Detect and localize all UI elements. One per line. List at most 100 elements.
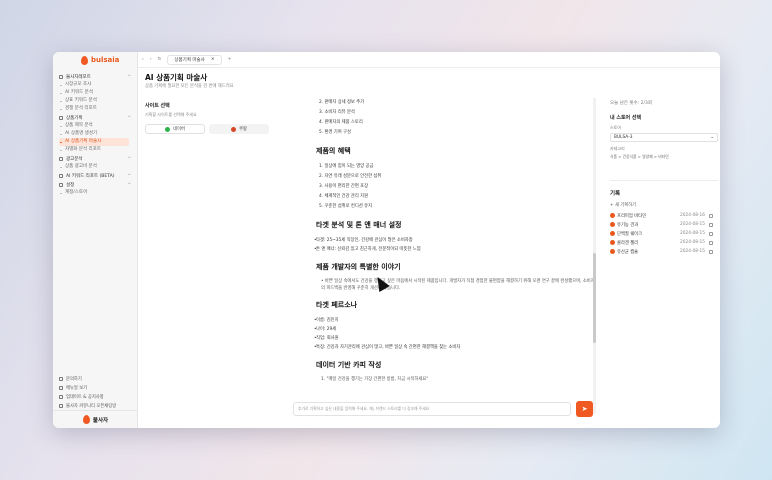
- trash-icon[interactable]: [709, 222, 713, 227]
- list-item: 5. 환경 기여 구성: [319, 130, 351, 135]
- history-date: 2024-08-15: [680, 222, 705, 227]
- sidebar-item[interactable]: 시장규모 조사: [59, 81, 137, 89]
- bullet-text: 톤 앤 매너: 신뢰감 있고 친근하게, 전문적이되 따뜻한 느낌: [316, 247, 421, 252]
- trash-icon[interactable]: [709, 249, 713, 254]
- footer-icon: [59, 385, 63, 390]
- footer-icon: [59, 403, 63, 408]
- history-item[interactable]: 콜라겐 젤리 2024-08-15: [610, 238, 718, 247]
- site-select-panel: 사이트 선택 기획할 사이트를 선택해 주세요 네이버 쿠팡: [145, 102, 275, 134]
- history-date: 2024-08-15: [680, 231, 705, 236]
- store-label: 스토어: [610, 125, 622, 130]
- history-item[interactable]: 유기농 견과 2024-08-15: [610, 220, 718, 229]
- benefit-item: 4. 체계적인 건강 관리 지원: [319, 194, 369, 199]
- sidebar-item[interactable]: AI 키워드 분석: [59, 89, 137, 97]
- add-tab-icon[interactable]: +: [228, 57, 232, 62]
- bullet-icon: •: [314, 327, 317, 332]
- history-item[interactable]: 프리미엄 비타민 2024-08-16: [610, 211, 718, 220]
- sidebar-footer-item[interactable]: 문의하기: [59, 374, 138, 383]
- history-name: 유산균 캡슐: [617, 249, 639, 255]
- bullet-icon: •: [314, 345, 317, 350]
- sidebar-item[interactable]: 상표 키워드 분석: [59, 97, 137, 105]
- new-plan-button[interactable]: + 새 기획하기: [610, 202, 718, 208]
- persona-text: 직업: 회사원: [316, 336, 339, 341]
- history-dot-icon: [610, 213, 615, 218]
- section-heading: 데이터 기반 카피 작성: [316, 361, 382, 369]
- section-heading: 타겟 페르소나: [316, 301, 358, 309]
- trash-icon[interactable]: [709, 231, 713, 236]
- page-subtitle: 상품 기획에 필요한 모든 분석을 한 번에 해드려요: [145, 84, 234, 89]
- chevron-icon: ^: [127, 156, 131, 161]
- history-item[interactable]: 단백질 쉐이크 2024-08-15: [610, 229, 718, 238]
- back-icon[interactable]: ‹: [142, 57, 144, 62]
- sidebar-group[interactable]: 광고분석 ^: [59, 154, 137, 163]
- sidebar-group[interactable]: AI 키워드 리포트 (BETA) ^: [59, 171, 137, 180]
- coupang-icon: [231, 126, 237, 132]
- footer-label: 업데이트 & 공지사항: [66, 394, 104, 400]
- category-label: 카테고리: [610, 146, 625, 151]
- history-name: 프리미엄 비타민: [617, 213, 647, 219]
- sidebar-group[interactable]: 상품기획 ^: [59, 113, 137, 122]
- sidebar-item[interactable]: 계정/스토어: [59, 189, 137, 197]
- list-item: 2. 판매자 상세 정보 추가: [319, 100, 365, 105]
- prompt-input[interactable]: 추가로 기획하고 싶은 내용을 입력해 주세요. 예) 브랜드 스토리를 더 강…: [293, 402, 571, 416]
- sidebar-item[interactable]: 상품 제목 분석: [59, 122, 137, 130]
- bullet-item: • 톤 앤 매너: 신뢰감 있고 친근하게, 전문적이되 따뜻한 느낌: [289, 245, 596, 254]
- history-name: 유기농 견과: [617, 222, 639, 228]
- sidebar: bulsaia 불사자레포트 ^ 시장규모 조사 AI 키워드 분석 상표 키워드 분석…: [53, 52, 138, 428]
- sidebar-item[interactable]: AI 상품명 생성기: [59, 130, 137, 138]
- history-item[interactable]: 유산균 캡슐 2024-08-15: [610, 247, 718, 256]
- persona-item: • 특징: 건강과 자기관리에 관심이 많고, 바쁜 일상 속 간편한 해결책을 …: [289, 343, 596, 352]
- trash-icon[interactable]: [709, 213, 713, 218]
- footer-icon: [59, 394, 63, 399]
- site-option-coupang[interactable]: 쿠팡: [209, 124, 269, 134]
- result-content: 2. 판매자 상세 정보 추가 3. 소비자 리뷰 분석 4. 판매자의 제품 스토…: [289, 98, 596, 414]
- reload-icon[interactable]: ↻: [158, 57, 162, 62]
- footer-icon: [59, 376, 63, 381]
- bullet-text: 타겟: 25~35세 직장인, 건강에 관심이 많은 소비자층: [316, 238, 413, 243]
- store-select[interactable]: BULSA-3 ⌄: [610, 133, 718, 142]
- history-date: 2024-08-15: [680, 240, 705, 245]
- chevron-icon: ^: [127, 182, 131, 187]
- sidebar-group-label-wrap: 불사자레포트: [59, 74, 91, 80]
- story-paragraph: • 바쁜 일상 속에서도 건강을 챙기고 싶은 마음에서 시작된 제품입니다. …: [321, 279, 595, 291]
- menu-icon: [59, 115, 63, 120]
- trash-icon[interactable]: [709, 240, 713, 245]
- sidebar-item[interactable]: AI 상품기획 마술사: [59, 138, 129, 146]
- sidebar-footer-item[interactable]: 업데이트 & 공지사항: [59, 392, 138, 401]
- sidebar-footer-item[interactable]: 불사자 커뮤니티 오픈채팅방: [59, 401, 138, 410]
- sidebar-footer-item[interactable]: 매뉴얼 보기: [59, 383, 138, 392]
- persona-item: • 직업: 회사원: [289, 334, 596, 343]
- bullet-icon: •: [314, 336, 317, 341]
- sidebar-group-label-wrap: AI 키워드 리포트 (BETA): [59, 173, 114, 179]
- sidebar-item[interactable]: 차별화 분석 리포트: [59, 146, 137, 154]
- tab-planner[interactable]: 상품기획 마술사 ×: [167, 54, 222, 65]
- records-title: 기록: [610, 191, 621, 197]
- history-dot-icon: [610, 231, 615, 236]
- history-list: 프리미엄 비타민 2024-08-16 유기농 견과 2024-08-15 단백질 쉐이…: [610, 211, 718, 256]
- scrollbar[interactable]: [593, 98, 596, 414]
- scroll-thumb[interactable]: [593, 253, 596, 343]
- chevron-icon: ^: [127, 115, 131, 120]
- naver-icon: [165, 126, 171, 132]
- section-heading: 제품 개발자의 특별한 이야기: [316, 263, 401, 271]
- chevron-icon: ^: [127, 173, 131, 178]
- brand-logo[interactable]: bulsaia: [53, 52, 137, 68]
- sidebar-group[interactable]: 불사자레포트 ^: [59, 72, 137, 81]
- send-button[interactable]: ➤: [576, 401, 593, 417]
- history-date: 2024-08-16: [680, 213, 705, 218]
- footer-brand[interactable]: 불사자: [53, 410, 138, 428]
- close-icon[interactable]: ×: [211, 57, 215, 63]
- section-heading: 제품의 혜택: [316, 147, 351, 155]
- sidebar-item[interactable]: 경쟁 분석 리포트: [59, 105, 137, 113]
- forward-icon[interactable]: ›: [150, 57, 152, 62]
- benefit-item: 5. 꾸준한 섭취로 컨디션 유지: [319, 204, 373, 209]
- site-option-naver[interactable]: 네이버: [145, 124, 205, 134]
- history-date: 2024-08-15: [680, 249, 705, 254]
- app-window: bulsaia 불사자레포트 ^ 시장규모 조사 AI 키워드 분석 상표 키워드 분석…: [53, 52, 720, 428]
- persona-text: 특징: 건강과 자기관리에 관심이 많고, 바쁜 일상 속 간편한 해결책을 찾…: [316, 345, 461, 350]
- footer-label: 문의하기: [66, 376, 82, 382]
- sidebar-footer: 문의하기 매뉴얼 보기업데이트 & 공지사항 불사자 커뮤니티 오픈채팅방: [53, 374, 138, 410]
- sidebar-item[interactable]: 상품 광고비 분석: [59, 163, 137, 171]
- sidebar-group[interactable]: 설정 ^: [59, 180, 137, 189]
- menu-icon: [59, 182, 63, 187]
